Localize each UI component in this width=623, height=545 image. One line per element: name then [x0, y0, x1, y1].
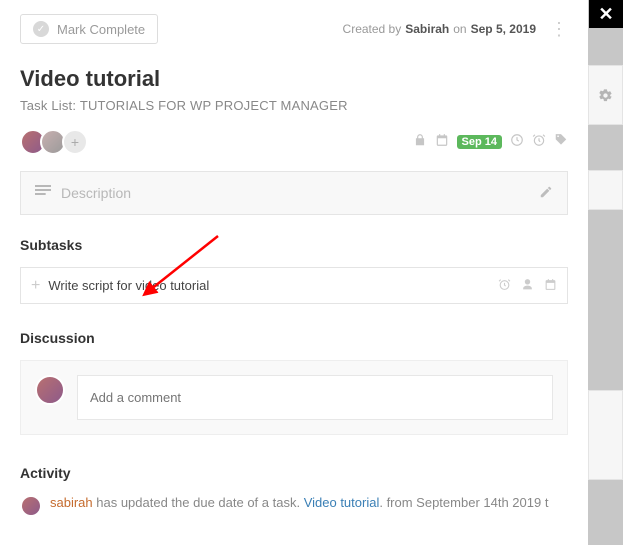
discussion-heading: Discussion — [20, 330, 568, 346]
task-panel: ✓ Mark Complete Created by Sabirah on Se… — [0, 0, 588, 545]
activity-link[interactable]: Video tutorial — [304, 495, 380, 510]
meta-icons: Sep 14 — [413, 133, 568, 151]
avatar — [20, 495, 42, 517]
subtask-input[interactable] — [48, 272, 490, 299]
header-row: ✓ Mark Complete Created by Sabirah on Se… — [20, 14, 568, 44]
subtask-input-row: + — [20, 267, 568, 304]
close-button[interactable]: ✕ — [589, 0, 623, 28]
modal-frame: ✓ Mark Complete Created by Sabirah on Se… — [0, 0, 623, 545]
side-panel-slot[interactable] — [588, 390, 623, 480]
activity-text: sabirah has updated the due date of a ta… — [50, 495, 548, 510]
on-word: on — [453, 22, 466, 36]
activity-mid: has updated the due date of a task. — [93, 495, 304, 510]
alarm-icon[interactable] — [498, 278, 511, 294]
meta-row: + Sep 14 — [20, 129, 568, 155]
tasklist-name: TUTORIALS FOR WP PROJECT MANAGER — [80, 98, 348, 113]
side-panel-gear[interactable] — [588, 65, 623, 125]
plus-icon: + — [31, 277, 40, 295]
task-title: Video tutorial — [20, 66, 568, 92]
calendar-icon[interactable] — [435, 133, 449, 151]
subtask-row-icons — [498, 278, 557, 294]
created-prefix: Created by — [343, 22, 402, 36]
subtasks-heading: Subtasks — [20, 237, 568, 253]
comment-box — [20, 360, 568, 435]
add-assignee-button[interactable]: + — [62, 129, 88, 155]
lock-icon[interactable] — [413, 133, 427, 151]
edit-icon[interactable] — [539, 185, 553, 202]
mark-complete-button[interactable]: ✓ Mark Complete — [20, 14, 158, 44]
activity-tail: . from September 14th 2019 t — [379, 495, 548, 510]
right-edge-strip: ✕ — [588, 0, 623, 545]
tasklist-prefix: Task List: — [20, 98, 76, 113]
description-placeholder: Description — [61, 185, 131, 201]
kebab-menu-icon[interactable]: ⋮ — [550, 27, 568, 31]
tag-icon[interactable] — [554, 133, 568, 151]
alarm-icon[interactable] — [532, 133, 546, 151]
task-list-line: Task List: TUTORIALS FOR WP PROJECT MANA… — [20, 98, 568, 113]
description-box[interactable]: Description — [20, 171, 568, 215]
creator-name: Sabirah — [405, 22, 449, 36]
clock-icon[interactable] — [510, 133, 524, 151]
user-icon[interactable] — [521, 278, 534, 294]
due-date-badge[interactable]: Sep 14 — [457, 135, 502, 149]
side-panel-slot[interactable] — [588, 170, 623, 210]
calendar-icon[interactable] — [544, 278, 557, 294]
description-icon — [35, 184, 51, 202]
gear-icon — [598, 88, 613, 103]
avatar — [35, 375, 65, 405]
close-icon: ✕ — [598, 4, 613, 25]
activity-entry: sabirah has updated the due date of a ta… — [20, 495, 568, 517]
check-icon: ✓ — [33, 21, 49, 37]
assignee-avatars[interactable]: + — [20, 129, 82, 155]
activity-heading: Activity — [20, 465, 568, 481]
created-by-meta: Created by Sabirah on Sep 5, 2019 ⋮ — [343, 22, 568, 36]
mark-complete-label: Mark Complete — [57, 22, 145, 37]
comment-input[interactable] — [77, 375, 553, 420]
created-date: Sep 5, 2019 — [471, 22, 536, 36]
activity-actor: sabirah — [50, 495, 93, 510]
